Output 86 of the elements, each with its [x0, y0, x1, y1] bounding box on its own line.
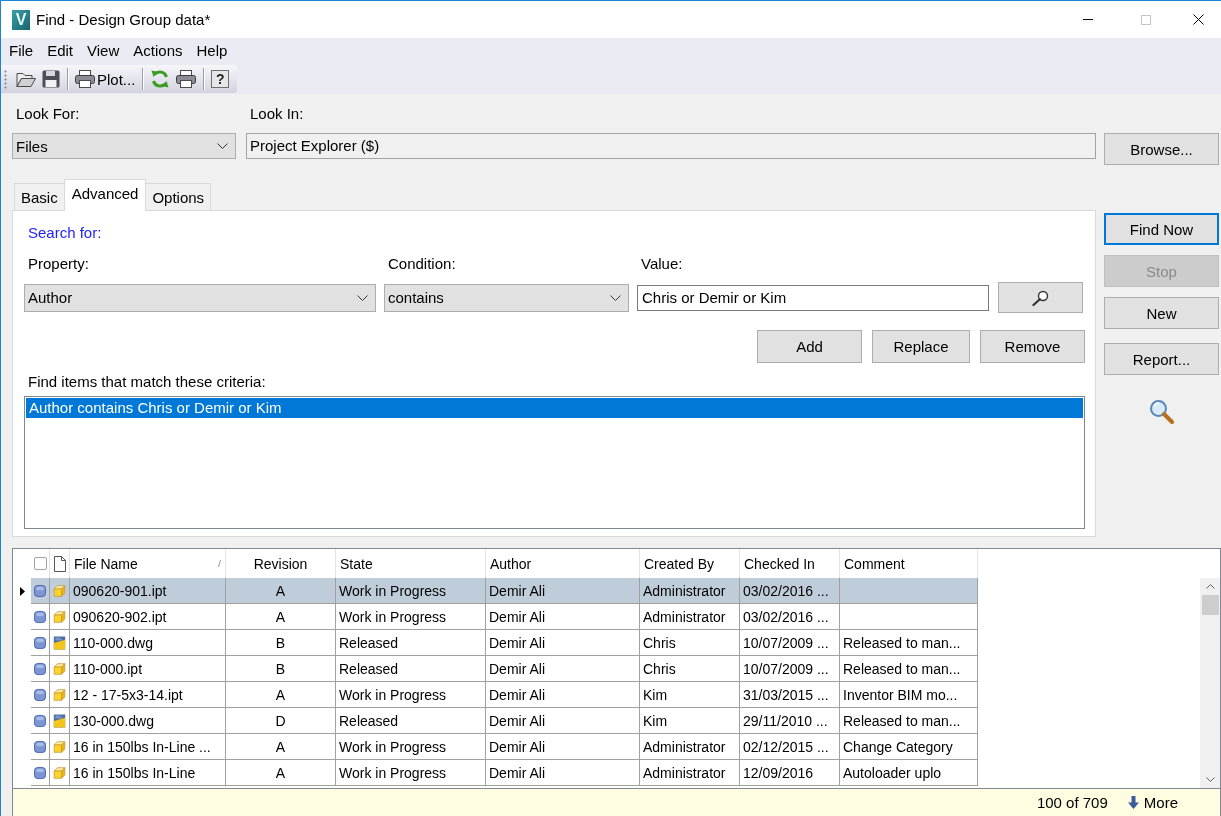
table-row[interactable]: 090620-901.ipt A Work in Progress Demir Ali Administrator 03/02/2016 ... — [31, 578, 978, 604]
document-icon — [53, 555, 66, 572]
drawing-file-icon — [53, 634, 66, 651]
table-cell: 12/09/2016 — [740, 760, 840, 786]
status-icon — [34, 635, 46, 650]
criteria-button[interactable]: Remove — [980, 330, 1085, 363]
search-for-heading: Search for: — [27, 224, 103, 242]
printer-icon — [176, 70, 197, 88]
select-all-checkbox[interactable] — [33, 557, 47, 570]
scrollbar-thumb[interactable] — [1201, 595, 1219, 615]
tab[interactable]: Basic — [14, 183, 65, 210]
status-icon — [34, 713, 46, 728]
app-logo: V — [12, 9, 30, 30]
status-icon — [34, 739, 46, 754]
table-row[interactable]: 16 in 150lbs In-Line A Work in Progress Demir Ali Administrator 12/09/2016 Autoloader uplo — [31, 760, 978, 786]
close-icon — [1192, 14, 1204, 25]
status-icon — [34, 583, 46, 598]
value-label: Value: — [640, 255, 684, 273]
chevron-up-icon — [1205, 584, 1215, 589]
status-icon — [34, 687, 46, 702]
action-button[interactable]: Find Now — [1104, 213, 1219, 245]
cube-icon — [53, 660, 66, 677]
arrow-down-icon — [1127, 796, 1139, 809]
table-cell: Administrator — [640, 760, 740, 786]
printer-icon — [75, 70, 95, 88]
criteria-label: Find items that match these criteria: — [27, 373, 267, 391]
menu-item[interactable]: Help — [189, 39, 235, 63]
vertical-scrollbar[interactable] — [1200, 578, 1220, 788]
status-icon — [34, 765, 46, 780]
table-row[interactable]: 110-000.ipt B Released Demir Ali Chris 10/07/2009 ... Released to man... — [31, 656, 978, 682]
look-for-dropdown[interactable]: Files — [12, 133, 236, 159]
result-count: 100 of 709 — [1036, 794, 1108, 811]
magnifier-icon — [1149, 399, 1174, 424]
chevron-down-icon — [610, 294, 621, 301]
status-icon — [34, 661, 46, 676]
condition-label: Condition: — [387, 255, 457, 273]
status-icon — [34, 609, 46, 624]
table-row[interactable]: 16 in 150lbs In-Line ... A Work in Progress Demir Ali Administrator 02/12/2015 ... Change Category — [31, 734, 978, 760]
table-row[interactable]: 110-000.dwg B Released Demir Ali Chris 10/07/2009 ... Released to man... — [31, 630, 978, 656]
menu-item[interactable]: Actions — [126, 39, 190, 63]
action-button[interactable]: New — [1104, 297, 1219, 329]
condition-dropdown[interactable]: contains — [384, 283, 629, 312]
maximize-icon — [1141, 14, 1151, 25]
look-in-label: Look In: — [249, 105, 305, 123]
browse-button[interactable]: Browse... — [1104, 133, 1219, 165]
cube-icon — [53, 738, 66, 755]
table-cell: Demir Ali — [486, 760, 640, 786]
minimize-icon — [1083, 19, 1093, 20]
property-label: Property: — [27, 255, 90, 273]
cube-icon — [53, 608, 66, 625]
more-button[interactable]: More — [1127, 794, 1178, 811]
plot-button[interactable]: Plot... — [72, 67, 139, 91]
table-row[interactable]: 090620-902.ipt A Work in Progress Demir Ali Administrator 03/02/2016 ... — [31, 604, 978, 630]
folder-icon — [16, 70, 36, 88]
menu-item[interactable]: View — [80, 39, 127, 63]
cube-icon — [53, 686, 66, 703]
table-cell: A — [226, 760, 336, 786]
value-search-button[interactable] — [998, 282, 1083, 313]
table-cell: Work in Progress — [336, 760, 486, 786]
sort-icon — [218, 560, 221, 567]
tab[interactable]: Options — [145, 183, 212, 210]
table-row[interactable]: 130-000.dwg D Released Demir Ali Kim 29/11/2010 ... Released to man... — [31, 708, 978, 734]
menu-item[interactable]: File — [2, 39, 41, 63]
look-in-field[interactable]: Project Explorer ($) — [246, 133, 1096, 159]
table-cell: 16 in 150lbs In-Line — [70, 760, 226, 786]
refresh-icon — [150, 69, 171, 89]
cube-icon — [53, 582, 66, 599]
magnifier-icon — [1032, 289, 1049, 306]
look-for-label: Look For: — [15, 105, 81, 123]
grip-icon[interactable] — [4, 69, 7, 89]
menu-item[interactable]: Edit — [40, 39, 81, 63]
table-row[interactable]: 12 - 17-5x3-14.ipt A Work in Progress Demir Ali Kim 31/03/2015 ... Inventor BIM mo... — [31, 682, 978, 708]
property-dropdown[interactable]: Author — [24, 283, 376, 312]
criteria-item[interactable]: Author contains Chris or Demir or Kim — [26, 398, 1083, 418]
window-title: Find - Design Group data* — [36, 11, 211, 28]
cube-icon — [53, 764, 66, 781]
chevron-down-icon — [357, 294, 368, 301]
chevron-down-icon — [1205, 777, 1215, 782]
tab[interactable]: Advanced — [63, 179, 147, 211]
chevron-down-icon — [217, 143, 228, 149]
table-cell: Autoloader uplo — [840, 760, 978, 786]
action-button[interactable]: Report... — [1104, 343, 1219, 375]
value-input[interactable]: Chris or Demir or Kim — [637, 284, 989, 311]
criteria-button[interactable]: Add — [757, 330, 862, 363]
drawing-file-icon — [53, 712, 66, 729]
criteria-button[interactable]: Replace — [872, 330, 970, 363]
